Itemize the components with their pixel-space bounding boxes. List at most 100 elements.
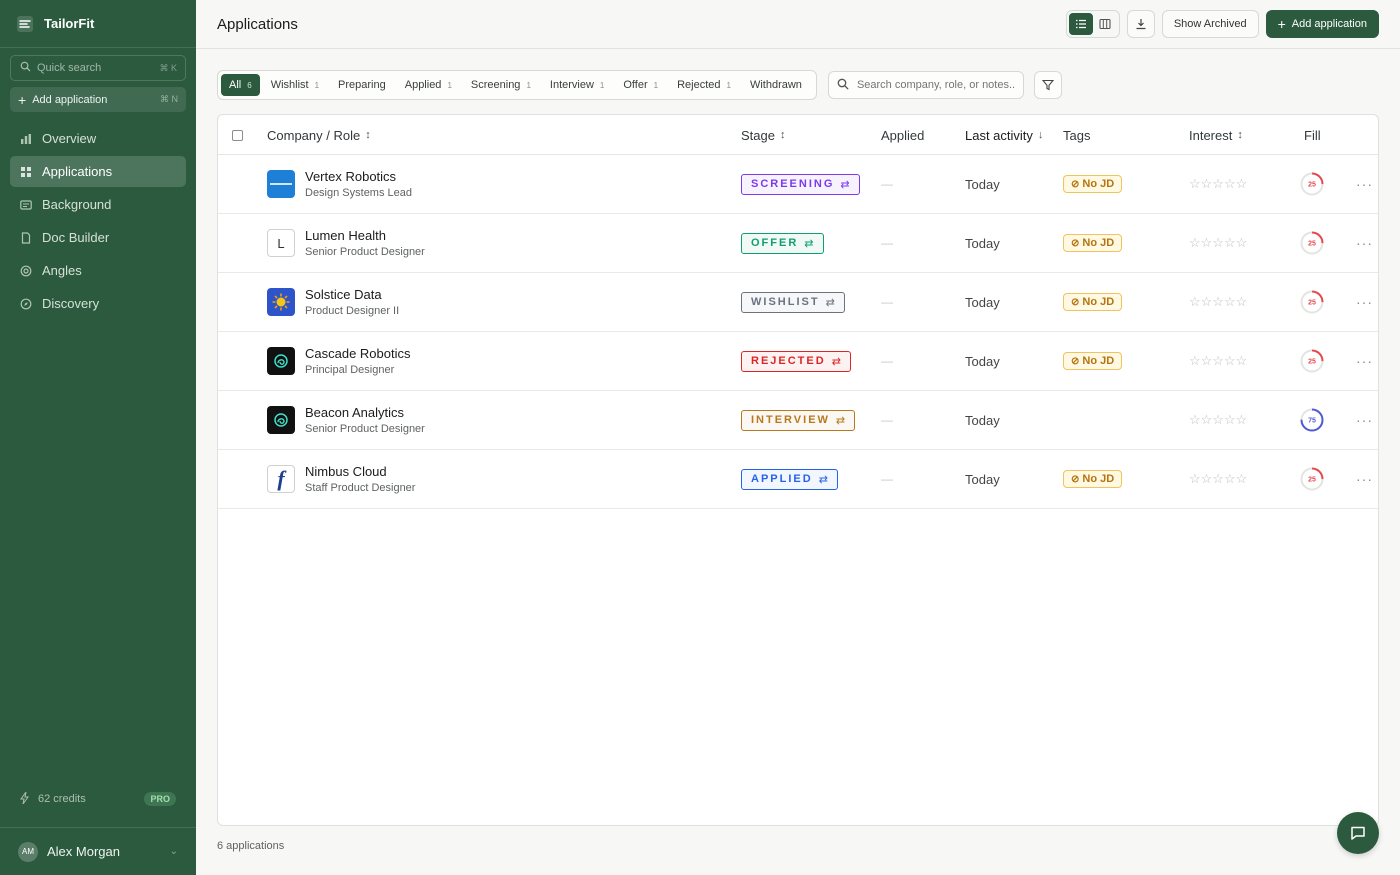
stage-badge[interactable]: OFFER ⇄ bbox=[741, 232, 824, 254]
filter-button[interactable] bbox=[1033, 71, 1062, 99]
column-company-role[interactable]: Company / Role ↕ bbox=[267, 115, 371, 155]
sidebar-item-applications[interactable]: Applications bbox=[10, 156, 186, 187]
tag-label: No JD bbox=[1082, 296, 1115, 308]
stage-tabs: All 6 Wishlist 1 Preparing Applied 1 Screen… bbox=[217, 70, 817, 100]
company-cell[interactable]: Cascade Robotics Principal Designer bbox=[267, 332, 411, 390]
table-row[interactable]: L Lumen Health Senior Product Designer OFFE… bbox=[218, 214, 1378, 273]
company-cell[interactable]: L Lumen Health Senior Product Designer bbox=[267, 214, 425, 272]
tab-screening[interactable]: Screening 1 bbox=[463, 74, 539, 96]
star-rating[interactable]: ☆☆☆☆☆ bbox=[1189, 294, 1247, 310]
tab-interview[interactable]: Interview 1 bbox=[542, 74, 612, 96]
company-logo bbox=[267, 406, 295, 434]
tag-badge[interactable]: ⊘ No JD bbox=[1063, 234, 1123, 252]
tags-cell: ⊘ No JD bbox=[1063, 332, 1123, 390]
column-tags[interactable]: Tags bbox=[1063, 115, 1090, 155]
company-cell[interactable]: Solstice Data Product Designer II bbox=[267, 273, 399, 331]
applied-cell: — bbox=[881, 155, 893, 213]
tab-all[interactable]: All 6 bbox=[221, 74, 260, 96]
export-button[interactable] bbox=[1126, 10, 1155, 38]
sidebar-item-angles[interactable]: Angles bbox=[10, 255, 186, 286]
sidebar-item-label: Discovery bbox=[42, 296, 100, 311]
star-rating[interactable]: ☆☆☆☆☆ bbox=[1189, 353, 1247, 369]
fill-cell: 25 bbox=[1300, 214, 1324, 272]
company-cell[interactable]: Vertex Robotics Design Systems Lead bbox=[267, 155, 412, 213]
company-cell[interactable]: Beacon Analytics Senior Product Designer bbox=[267, 391, 425, 449]
stage-label: INTERVIEW bbox=[751, 414, 830, 426]
more-options-icon[interactable]: ··· bbox=[1356, 353, 1373, 369]
user-menu[interactable]: AM Alex Morgan ⌄ bbox=[0, 827, 196, 875]
table-row[interactable]: f Nimbus Cloud Staff Product Designer APPLI… bbox=[218, 450, 1378, 509]
tag-badge[interactable]: ⊘ No JD bbox=[1063, 175, 1123, 193]
tag-badge[interactable]: ⊘ No JD bbox=[1063, 470, 1123, 488]
fill-ring: 75 bbox=[1300, 408, 1324, 432]
credits[interactable]: 62 credits PRO bbox=[10, 787, 186, 811]
board-view-button[interactable] bbox=[1093, 13, 1117, 35]
sidebar-item-label: Background bbox=[42, 197, 112, 212]
quick-search-input[interactable]: Quick search ⌘ K bbox=[10, 55, 186, 81]
table-header: Company / Role ↕ Stage ↕ Applied Last acti… bbox=[218, 115, 1378, 155]
sidebar-add-application-button[interactable]: + Add application ⌘ N bbox=[10, 87, 186, 112]
column-applied[interactable]: Applied bbox=[881, 115, 924, 155]
add-application-button[interactable]: + Add application bbox=[1265, 10, 1379, 38]
star-rating[interactable]: ☆☆☆☆☆ bbox=[1189, 176, 1247, 192]
sidebar-item-discovery[interactable]: Discovery bbox=[10, 288, 186, 319]
column-interest[interactable]: Interest ↕ bbox=[1189, 115, 1243, 155]
brand[interactable]: TailorFit bbox=[0, 0, 196, 48]
company-logo bbox=[267, 170, 295, 198]
row-more-cell: ··· bbox=[1356, 450, 1373, 508]
sidebar-item-background[interactable]: Background bbox=[10, 189, 186, 220]
search-input[interactable] bbox=[856, 79, 1015, 91]
tab-wishlist[interactable]: Wishlist 1 bbox=[263, 74, 327, 96]
more-options-icon[interactable]: ··· bbox=[1356, 235, 1373, 251]
chat-button[interactable] bbox=[1337, 812, 1379, 854]
tags-cell: ⊘ No JD bbox=[1063, 450, 1123, 508]
tag-badge[interactable]: ⊘ No JD bbox=[1063, 293, 1123, 311]
tab-preparing[interactable]: Preparing bbox=[330, 74, 394, 96]
more-options-icon[interactable]: ··· bbox=[1356, 471, 1373, 487]
star-rating[interactable]: ☆☆☆☆☆ bbox=[1189, 471, 1247, 487]
no-doc-icon: ⊘ bbox=[1071, 237, 1080, 249]
column-label: Tags bbox=[1063, 127, 1091, 143]
list-view-button[interactable] bbox=[1068, 13, 1093, 35]
tab-rejected[interactable]: Rejected 1 bbox=[669, 74, 739, 96]
more-options-icon[interactable]: ··· bbox=[1356, 412, 1373, 428]
stage-badge[interactable]: SCREENING ⇄ bbox=[741, 173, 860, 195]
tab-label: All bbox=[229, 79, 242, 91]
role-title: Senior Product Designer bbox=[305, 423, 425, 435]
stage-badge[interactable]: WISHLIST ⇄ bbox=[741, 291, 845, 313]
stage-badge[interactable]: APPLIED ⇄ bbox=[741, 468, 838, 490]
sidebar-item-label: Angles bbox=[42, 263, 82, 278]
star-rating[interactable]: ☆☆☆☆☆ bbox=[1189, 412, 1247, 428]
sidebar-item-doc-builder[interactable]: Doc Builder bbox=[10, 222, 186, 253]
select-all-checkbox[interactable] bbox=[232, 129, 243, 141]
tab-withdrawn[interactable]: Withdrawn bbox=[742, 74, 810, 96]
show-archived-button[interactable]: Show Archived bbox=[1161, 10, 1259, 38]
sidebar-item-overview[interactable]: Overview bbox=[10, 123, 186, 154]
interest-cell: ☆☆☆☆☆ bbox=[1189, 391, 1247, 449]
star-rating[interactable]: ☆☆☆☆☆ bbox=[1189, 235, 1247, 251]
interest-cell: ☆☆☆☆☆ bbox=[1189, 155, 1247, 213]
table-row[interactable]: Beacon Analytics Senior Product Designer I… bbox=[218, 391, 1378, 450]
tag-label: No JD bbox=[1082, 355, 1115, 367]
credits-text: 62 credits bbox=[38, 793, 86, 805]
table-row[interactable]: Vertex Robotics Design Systems Lead SCREEN… bbox=[218, 155, 1378, 214]
table-row[interactable]: Solstice Data Product Designer II WISHLIST… bbox=[218, 273, 1378, 332]
tab-offer[interactable]: Offer 1 bbox=[615, 74, 666, 96]
tag-badge[interactable]: ⊘ No JD bbox=[1063, 352, 1123, 370]
toolbar: Show Archived + Add application bbox=[1065, 10, 1379, 38]
stage-cell: INTERVIEW ⇄ bbox=[741, 391, 856, 449]
stage-cell: REJECTED ⇄ bbox=[741, 332, 851, 390]
company-cell[interactable]: f Nimbus Cloud Staff Product Designer bbox=[267, 450, 415, 508]
tab-applied[interactable]: Applied 1 bbox=[397, 74, 460, 96]
more-options-icon[interactable]: ··· bbox=[1356, 294, 1373, 310]
stage-badge[interactable]: INTERVIEW ⇄ bbox=[741, 409, 856, 431]
company-logo bbox=[267, 288, 295, 316]
stage-badge[interactable]: REJECTED ⇄ bbox=[741, 350, 851, 372]
column-stage[interactable]: Stage ↕ bbox=[741, 115, 785, 155]
table-row[interactable]: Cascade Robotics Principal Designer REJECT… bbox=[218, 332, 1378, 391]
column-fill[interactable]: Fill bbox=[1304, 115, 1321, 155]
column-last-activity[interactable]: Last activity ↓ bbox=[965, 115, 1043, 155]
compass-icon bbox=[20, 298, 32, 310]
more-options-icon[interactable]: ··· bbox=[1356, 176, 1373, 192]
sidebar: TailorFit Quick search ⌘ K + Add applica… bbox=[0, 0, 196, 875]
